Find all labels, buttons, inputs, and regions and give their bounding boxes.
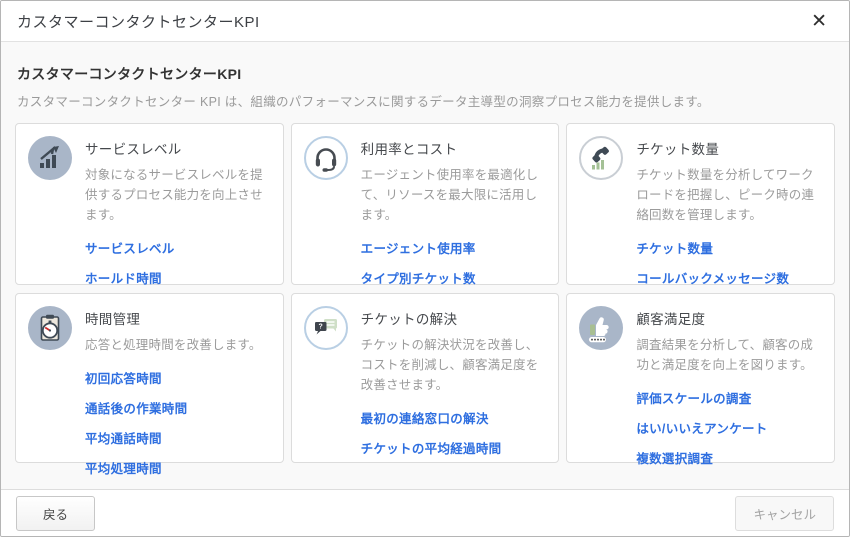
card-title: 顧客満足度 <box>636 308 822 328</box>
card-title: チケット数量 <box>636 138 822 158</box>
dialog-title: カスタマーコンタクトセンターKPI <box>17 11 260 32</box>
kpi-card-service-level: サービスレベル 対象になるサービスレベルを提供するプロセス能力を向上させます。 … <box>15 123 284 285</box>
card-description: 対象になるサービスレベルを提供するプロセス能力を向上させます。 <box>85 165 271 225</box>
card-description: チケット数量を分析してワークロードを把握し、ピーク時の連絡回数を管理します。 <box>636 165 822 225</box>
card-title: 時間管理 <box>85 308 271 328</box>
kpi-link-tickets-by-type[interactable]: タイプ別チケット数 <box>361 268 547 287</box>
card-description: 調査結果を分析して、顧客の成功と満足度を向上を図ります。 <box>636 335 822 375</box>
kpi-link-hold-time[interactable]: ホールド時間 <box>85 268 271 287</box>
kpi-link-ticket-volume[interactable]: チケット数量 <box>636 238 822 257</box>
svg-text:?: ? <box>318 324 322 331</box>
bar-chart-trend-icon <box>28 136 72 180</box>
kpi-link-avg-talk-time[interactable]: 平均通話時間 <box>85 428 271 447</box>
kpi-card-utilization-cost: 利用率とコスト エージェント使用率を最適化して、リソースを最大限に活用します。 … <box>291 123 560 285</box>
kpi-link-rating-scale-survey[interactable]: 評価スケールの調査 <box>636 388 822 407</box>
stopwatch-clipboard-icon <box>28 306 72 350</box>
card-title: 利用率とコスト <box>361 138 547 158</box>
phone-volume-icon <box>579 136 623 180</box>
kpi-link-avg-ticket-age[interactable]: チケットの平均経過時間 <box>361 438 547 457</box>
card-description: エージェント使用率を最適化して、リソースを最大限に活用します。 <box>361 165 547 225</box>
close-icon[interactable]: ✕ <box>805 8 833 35</box>
kpi-link-first-response-time[interactable]: 初回応答時間 <box>85 368 271 387</box>
dialog-footer: 戻る キャンセル <box>1 489 849 536</box>
kpi-link-agent-utilization[interactable]: エージェント使用率 <box>361 238 547 257</box>
thumbs-up-rating-icon <box>579 306 623 350</box>
card-title: サービスレベル <box>85 138 271 158</box>
dialog-body: カスタマーコンタクトセンターKPI カスタマーコンタクトセンター KPI は、組… <box>1 42 849 489</box>
cancel-button[interactable]: キャンセル <box>735 496 834 531</box>
kpi-link-callback-messages[interactable]: コールバックメッセージ数 <box>636 268 822 287</box>
kpi-link-yes-no-survey[interactable]: はい/いいえアンケート <box>636 418 822 437</box>
kpi-card-time-management: 時間管理 応答と処理時間を改善します。 初回応答時間 通話後の作業時間 平均通話… <box>15 293 284 463</box>
kpi-link-avg-handle-time[interactable]: 平均処理時間 <box>85 458 271 477</box>
kpi-link-first-contact-resolution[interactable]: 最初の連絡窓口の解決 <box>361 408 547 427</box>
kpi-link-multiple-choice-survey[interactable]: 複数選択調査 <box>636 448 822 467</box>
card-description: 応答と処理時間を改善します。 <box>85 335 271 355</box>
kpi-card-grid: サービスレベル 対象になるサービスレベルを提供するプロセス能力を向上させます。 … <box>15 123 835 463</box>
page-description: カスタマーコンタクトセンター KPI は、組織のパフォーマンスに関するデータ主導… <box>17 91 833 110</box>
kpi-link-after-call-work-time[interactable]: 通話後の作業時間 <box>85 398 271 417</box>
chat-bubbles-question-icon: ? <box>304 306 348 350</box>
kpi-dialog: カスタマーコンタクトセンターKPI ✕ カスタマーコンタクトセンターKPI カス… <box>0 0 850 537</box>
card-description: チケットの解決状況を改善し、コストを削減し、顧客満足度を改善させます。 <box>361 335 547 395</box>
page-title: カスタマーコンタクトセンターKPI <box>17 64 833 84</box>
dialog-header: カスタマーコンタクトセンターKPI ✕ <box>1 1 849 42</box>
card-title: チケットの解決 <box>361 308 547 328</box>
back-button[interactable]: 戻る <box>16 496 95 531</box>
headset-icon <box>304 136 348 180</box>
kpi-link-service-level[interactable]: サービスレベル <box>85 238 271 257</box>
kpi-card-customer-satisfaction: 顧客満足度 調査結果を分析して、顧客の成功と満足度を向上を図ります。 評価スケー… <box>566 293 835 463</box>
kpi-card-ticket-volume: チケット数量 チケット数量を分析してワークロードを把握し、ピーク時の連絡回数を管… <box>566 123 835 285</box>
kpi-card-ticket-resolution: ? チケットの解決 チケットの解決状況を改善し、コストを削減し、顧客満足度を改善… <box>291 293 560 463</box>
